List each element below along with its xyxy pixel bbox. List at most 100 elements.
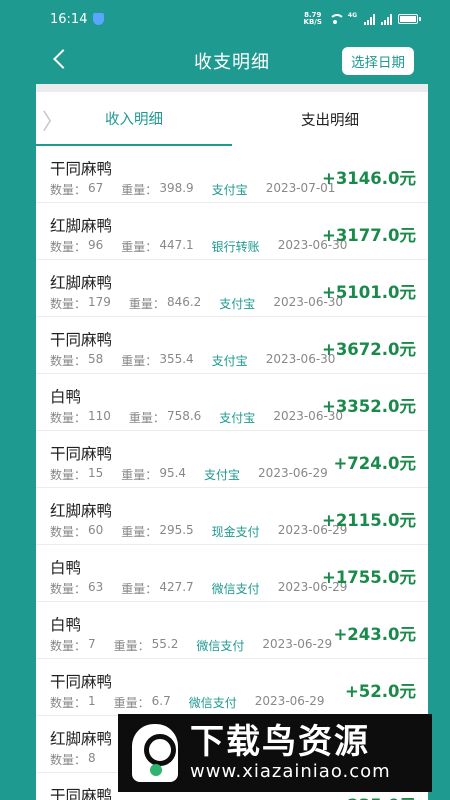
record-amount: +3352.0元 bbox=[322, 397, 416, 416]
record-qty: 96 bbox=[88, 238, 104, 252]
weight-label: 重量： bbox=[121, 468, 158, 482]
record-weight: 427.7 bbox=[159, 580, 194, 594]
tab-bar: 〉 收入明细 支出明细 bbox=[36, 92, 428, 146]
qty-label: 数量： bbox=[50, 468, 87, 482]
record-weight: 355.4 bbox=[159, 352, 194, 366]
record-meta: 数量： 179 重量： 846.2 支付宝 2023-06-30 bbox=[50, 295, 361, 312]
record-meta: 数量： 7 重量： 55.2 微信支付 2023-06-29 bbox=[50, 637, 350, 654]
record-amount: +1755.0元 bbox=[322, 568, 416, 587]
record-row[interactable]: 白鸭 数量： 110 重量： 758.6 支付宝 2023-06-30 +3352.0元 bbox=[36, 374, 428, 431]
record-amount: +3146.0元 bbox=[322, 169, 416, 188]
record-meta: 数量： 1 重量： 6.7 微信支付 2023-06-29 bbox=[50, 694, 343, 711]
net-speed: 8.79 KB/S bbox=[304, 12, 322, 26]
record-name: 红脚麻鸭 bbox=[50, 730, 113, 748]
record-qty: 15 bbox=[88, 466, 104, 480]
status-icons: 8.79 KB/S 4G bbox=[304, 12, 421, 26]
weight-label: 重量： bbox=[113, 696, 150, 710]
wifi-icon bbox=[328, 14, 345, 24]
record-qty: 67 bbox=[88, 181, 104, 195]
weight-label: 重量： bbox=[121, 582, 158, 596]
watermark-text: 下载鸟资源 www.xiazainiao.com bbox=[190, 723, 391, 783]
record-payment: 微信支付 bbox=[188, 696, 237, 710]
chevron-right-icon[interactable]: 〉 bbox=[42, 104, 64, 136]
record-name: 红脚麻鸭 bbox=[50, 274, 113, 292]
app-screen: 16:14 8.79 KB/S 4G 收支明细 选择日期 〉 收入明细 支出明细… bbox=[36, 0, 428, 800]
shield-icon bbox=[93, 13, 105, 25]
weight-label: 重量： bbox=[121, 354, 158, 368]
qty-label: 数量： bbox=[50, 582, 87, 596]
record-meta: 数量： 60 重量： 295.5 现金支付 2023-06-29 bbox=[50, 523, 365, 540]
select-date-button[interactable]: 选择日期 bbox=[342, 47, 414, 75]
status-time: 16:14 bbox=[50, 11, 88, 27]
watermark: 下载鸟资源 www.xiazainiao.com bbox=[118, 714, 432, 792]
weight-label: 重量： bbox=[121, 240, 158, 254]
record-payment: 支付宝 bbox=[219, 411, 256, 425]
record-row[interactable]: 白鸭 数量： 63 重量： 427.7 微信支付 2023-06-29 +1755.0元 bbox=[36, 545, 428, 602]
record-row[interactable]: 红脚麻鸭 数量： 179 重量： 846.2 支付宝 2023-06-30 +5101.0元 bbox=[36, 260, 428, 317]
bird-logo-icon bbox=[132, 724, 178, 782]
weight-label: 重量： bbox=[128, 297, 165, 311]
battery-icon bbox=[398, 14, 421, 24]
record-amount: +3177.0元 bbox=[322, 226, 416, 245]
record-row[interactable]: 红脚麻鸭 数量： 60 重量： 295.5 现金支付 2023-06-29 +2115.0元 bbox=[36, 488, 428, 545]
record-date: 2023-06-29 bbox=[262, 637, 333, 651]
record-payment: 现金支付 bbox=[211, 525, 260, 539]
record-row[interactable]: 红脚麻鸭 数量： 96 重量： 447.1 银行转账 2023-06-30 +3177.0元 bbox=[36, 203, 428, 260]
record-amount: +3672.0元 bbox=[322, 340, 416, 359]
record-weight: 447.1 bbox=[159, 238, 194, 252]
tabs-container: 〉 收入明细 支出明细 bbox=[36, 84, 428, 146]
qty-label: 数量： bbox=[50, 297, 87, 311]
record-list: 干同麻鸭 数量： 67 重量： 398.9 支付宝 2023-07-01 +3146.0元 红脚… bbox=[36, 146, 428, 800]
record-name: 干同麻鸭 bbox=[50, 673, 113, 691]
record-meta: 数量： 63 重量： 427.7 微信支付 2023-06-29 bbox=[50, 580, 365, 597]
record-payment: 支付宝 bbox=[204, 468, 241, 482]
qty-label: 数量： bbox=[50, 411, 87, 425]
weight-label: 重量： bbox=[128, 411, 165, 425]
record-row[interactable]: 干同麻鸭 数量： 58 重量： 355.4 支付宝 2023-06-30 +3672.0元 bbox=[36, 317, 428, 374]
watermark-url: www.xiazainiao.com bbox=[190, 761, 391, 782]
tab-income[interactable]: 收入明细 bbox=[36, 92, 232, 146]
record-weight: 295.5 bbox=[159, 523, 194, 537]
record-name: 白鸭 bbox=[50, 388, 82, 406]
record-weight: 55.2 bbox=[151, 637, 179, 651]
record-qty: 63 bbox=[88, 580, 104, 594]
record-name: 干同麻鸭 bbox=[50, 445, 113, 463]
record-meta: 数量： 8 bbox=[50, 751, 114, 768]
record-name: 干同麻鸭 bbox=[50, 331, 113, 349]
record-amount: +243.0元 bbox=[333, 625, 416, 644]
record-weight: 398.9 bbox=[159, 181, 194, 195]
qty-label: 数量： bbox=[50, 753, 87, 767]
tab-expense[interactable]: 支出明细 bbox=[232, 92, 428, 146]
record-qty: 7 bbox=[88, 637, 96, 651]
record-row[interactable]: 干同麻鸭数量： 1 重量： 6.7 微信支付 2023-06-29 +52.0元 bbox=[36, 659, 428, 716]
record-amount: +5101.0元 bbox=[322, 283, 416, 302]
record-payment: 微信支付 bbox=[211, 582, 260, 596]
qty-label: 数量： bbox=[50, 639, 87, 653]
weight-label: 重量： bbox=[121, 183, 158, 197]
record-name: 干同麻鸭 bbox=[50, 160, 113, 178]
qty-label: 数量： bbox=[50, 696, 87, 710]
record-qty: 58 bbox=[88, 352, 104, 366]
record-payment: 支付宝 bbox=[219, 297, 256, 311]
qty-label: 数量： bbox=[50, 240, 87, 254]
record-amount: +52.0元 bbox=[344, 682, 416, 701]
signal-icon-2 bbox=[381, 13, 392, 25]
record-meta: 数量： 15 重量： 95.4 支付宝 2023-06-29 bbox=[50, 466, 346, 483]
record-qty: 60 bbox=[88, 523, 104, 537]
record-qty: 179 bbox=[88, 295, 111, 309]
record-payment: 支付宝 bbox=[211, 183, 248, 197]
record-qty: 110 bbox=[88, 409, 111, 423]
record-meta: 数量： 67 重量： 398.9 支付宝 2023-07-01 bbox=[50, 181, 353, 198]
weight-label: 重量： bbox=[113, 639, 150, 653]
record-weight: 846.2 bbox=[166, 295, 202, 309]
record-row[interactable]: 白鸭 数量： 7 重量： 55.2 微信支付 2023-06-29 +243.0元 bbox=[36, 602, 428, 659]
record-name: 红脚麻鸭 bbox=[50, 502, 113, 520]
record-payment: 微信支付 bbox=[196, 639, 245, 653]
status-bar: 16:14 8.79 KB/S 4G bbox=[36, 0, 428, 38]
record-row[interactable]: 干同麻鸭 数量： 67 重量： 398.9 支付宝 2023-07-01 +3146.0元 bbox=[36, 146, 428, 203]
record-row[interactable]: 干同麻鸭 数量： 15 重量： 95.4 支付宝 2023-06-29 +724.0元 bbox=[36, 431, 428, 488]
record-amount: +235.0元 bbox=[333, 792, 416, 800]
qty-label: 数量： bbox=[50, 183, 87, 197]
signal-label: 4G bbox=[347, 12, 357, 19]
record-weight: 758.6 bbox=[166, 409, 202, 423]
